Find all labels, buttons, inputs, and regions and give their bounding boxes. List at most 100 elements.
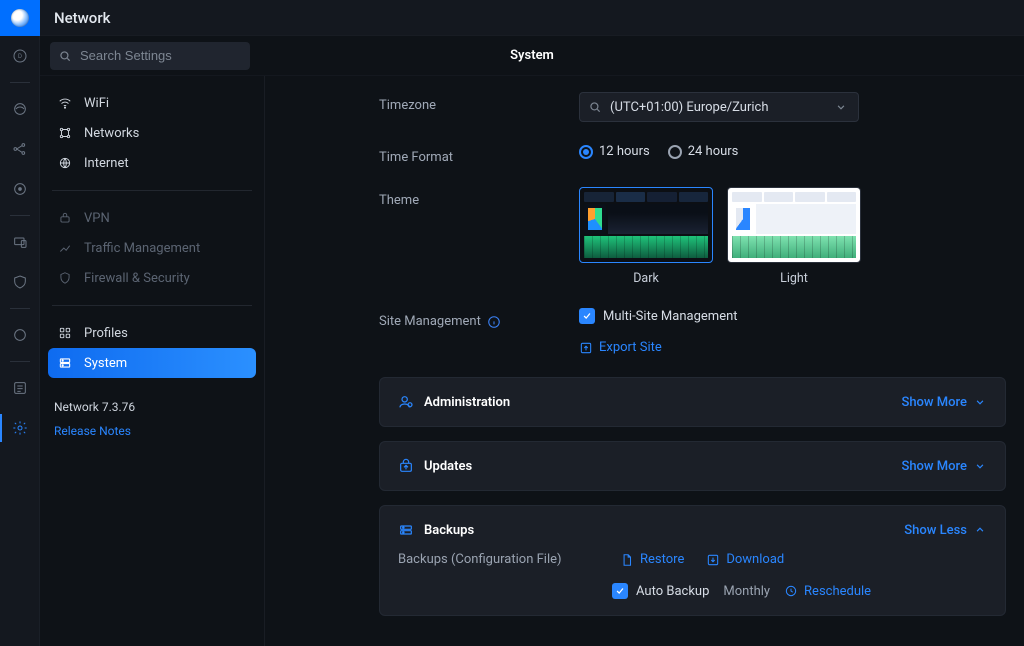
card-title: Updates bbox=[424, 459, 472, 474]
time-format-24h[interactable]: 24 hours bbox=[668, 144, 739, 159]
theme-label: Theme bbox=[379, 187, 579, 208]
toggle-label: Show Less bbox=[904, 523, 967, 538]
sidebar-item-system[interactable]: System bbox=[48, 348, 256, 378]
reschedule-link[interactable]: Reschedule bbox=[784, 584, 871, 599]
sidebar-item-firewall[interactable]: Firewall & Security bbox=[48, 263, 256, 293]
theme-option-light[interactable]: Light bbox=[727, 187, 861, 286]
toggle-label: Show More bbox=[901, 459, 967, 474]
rail-insights[interactable] bbox=[0, 315, 40, 355]
time-format-12h[interactable]: 12 hours bbox=[579, 144, 650, 159]
backups-sub-label: Backups (Configuration File) bbox=[398, 552, 598, 567]
download-icon bbox=[706, 553, 720, 567]
circle-dot-icon bbox=[12, 181, 28, 197]
rail-target[interactable] bbox=[0, 169, 40, 209]
app-logo[interactable] bbox=[0, 0, 40, 36]
search-icon bbox=[588, 100, 602, 114]
sidebar-item-label: VPN bbox=[84, 211, 110, 226]
theme-caption: Light bbox=[727, 271, 861, 286]
device-icon bbox=[12, 234, 28, 250]
card-title: Backups bbox=[424, 523, 474, 538]
dashboard-circle-icon: D bbox=[12, 48, 28, 64]
chevron-up-icon bbox=[973, 523, 987, 537]
backups-icon bbox=[398, 522, 414, 538]
svg-text:D: D bbox=[18, 53, 22, 60]
networks-icon bbox=[58, 126, 74, 140]
sidebar-item-label: System bbox=[84, 356, 127, 371]
sidebar-item-label: Networks bbox=[84, 126, 139, 141]
link-label: Restore bbox=[640, 552, 684, 567]
wifi-icon bbox=[58, 96, 74, 110]
timezone-value: (UTC+01:00) Europe/Zurich bbox=[610, 100, 768, 115]
profiles-icon bbox=[58, 326, 74, 340]
card-title: Administration bbox=[424, 395, 510, 410]
info-icon[interactable] bbox=[487, 315, 501, 329]
shield-outline-icon bbox=[12, 274, 28, 290]
topology-icon bbox=[12, 141, 28, 157]
version-label: Network 7.3.76 bbox=[54, 400, 250, 414]
auto-backup-checkbox[interactable]: Auto Backup bbox=[612, 583, 709, 599]
globe-icon bbox=[58, 156, 74, 170]
updates-toggle[interactable]: Show More bbox=[901, 459, 987, 474]
file-icon bbox=[620, 553, 634, 567]
download-link[interactable]: Download bbox=[706, 552, 784, 567]
restore-link[interactable]: Restore bbox=[620, 552, 684, 567]
sidebar-item-networks[interactable]: Networks bbox=[48, 118, 256, 148]
chevron-down-icon bbox=[973, 395, 987, 409]
rail-logs[interactable] bbox=[0, 368, 40, 408]
theme-caption: Dark bbox=[579, 271, 713, 286]
search-settings-input[interactable] bbox=[50, 42, 250, 70]
backup-frequency: Monthly bbox=[723, 584, 770, 599]
timezone-select[interactable]: (UTC+01:00) Europe/Zurich bbox=[579, 92, 859, 122]
sidebar-item-wifi[interactable]: WiFi bbox=[48, 88, 256, 118]
clock-icon bbox=[784, 584, 798, 598]
rail-os[interactable] bbox=[0, 89, 40, 129]
card-administration: Administration Show More bbox=[379, 377, 1006, 427]
checkbox-checked-icon bbox=[612, 583, 628, 599]
sidebar-item-traffic[interactable]: Traffic Management bbox=[48, 233, 256, 263]
vpn-icon bbox=[58, 211, 74, 225]
rail-devices[interactable] bbox=[0, 222, 40, 262]
circle-icon bbox=[12, 327, 28, 343]
export-site-link[interactable]: Export Site bbox=[579, 340, 662, 355]
list-panel-icon bbox=[12, 380, 28, 396]
link-label: Export Site bbox=[599, 340, 662, 355]
search-icon bbox=[58, 49, 72, 63]
app-title: Network bbox=[54, 9, 110, 27]
card-updates: Updates Show More bbox=[379, 441, 1006, 491]
checkbox-label: Auto Backup bbox=[636, 584, 709, 599]
admin-toggle[interactable]: Show More bbox=[901, 395, 987, 410]
sidebar-item-internet[interactable]: Internet bbox=[48, 148, 256, 178]
radio-label: 12 hours bbox=[599, 144, 650, 159]
backups-toggle[interactable]: Show Less bbox=[904, 523, 987, 538]
site-management-label: Site Management bbox=[379, 308, 579, 329]
traffic-icon bbox=[58, 241, 74, 255]
rail-security[interactable] bbox=[0, 262, 40, 302]
gear-icon bbox=[12, 420, 28, 436]
sidebar-item-profiles[interactable]: Profiles bbox=[48, 318, 256, 348]
theme-option-dark[interactable]: Dark bbox=[579, 187, 713, 286]
multi-site-checkbox[interactable]: Multi-Site Management bbox=[579, 308, 738, 324]
radio-dot-icon bbox=[668, 145, 682, 159]
radio-dot-icon bbox=[579, 145, 593, 159]
rail-dashboard[interactable]: D bbox=[0, 36, 40, 76]
updates-icon bbox=[398, 458, 414, 474]
sidebar-item-label: Firewall & Security bbox=[84, 271, 190, 286]
timezone-label: Timezone bbox=[379, 92, 579, 113]
rail-topology[interactable] bbox=[0, 129, 40, 169]
checkbox-checked-icon bbox=[579, 308, 595, 324]
link-label: Reschedule bbox=[804, 584, 871, 599]
sidebar-item-label: WiFi bbox=[84, 96, 109, 111]
system-icon bbox=[58, 356, 74, 370]
rail-settings[interactable] bbox=[0, 408, 40, 448]
globe-swirl-icon bbox=[12, 101, 28, 117]
chevron-down-icon bbox=[834, 100, 848, 114]
admin-icon bbox=[398, 394, 414, 410]
sidebar-item-vpn[interactable]: VPN bbox=[48, 203, 256, 233]
sidebar-item-label: Traffic Management bbox=[84, 241, 200, 256]
shield-icon bbox=[58, 271, 74, 285]
radio-label: 24 hours bbox=[688, 144, 739, 159]
release-notes-link[interactable]: Release Notes bbox=[54, 424, 250, 438]
logo-orb-icon bbox=[11, 9, 29, 27]
sidebar-item-label: Internet bbox=[84, 156, 129, 171]
checkbox-label: Multi-Site Management bbox=[603, 309, 738, 324]
